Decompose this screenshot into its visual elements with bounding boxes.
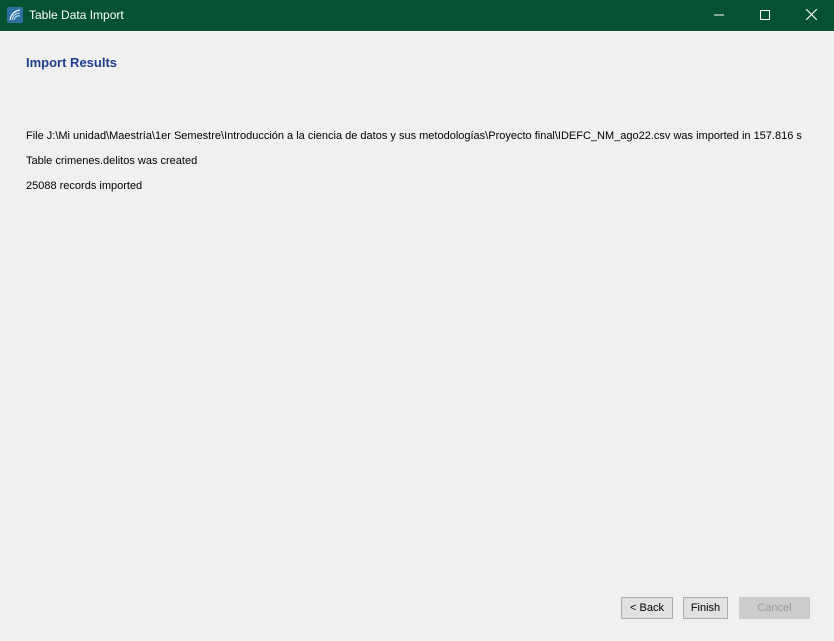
window-title: Table Data Import [29,8,124,22]
mysql-workbench-app-icon [7,7,23,23]
minimize-icon [714,7,724,25]
close-icon [805,7,817,25]
close-button[interactable] [788,0,834,31]
back-button[interactable]: < Back [621,597,673,619]
maximize-button[interactable] [742,0,788,31]
result-records-imported: 25088 records imported [26,180,143,192]
maximize-icon [760,7,770,25]
title-bar[interactable]: Table Data Import [0,0,834,31]
finish-button[interactable]: Finish [683,597,728,619]
import-results-heading: Import Results [26,55,118,70]
table-data-import-window: Table Data Import Import Results File J:… [0,0,834,641]
cancel-button: Cancel [739,597,810,619]
result-file-imported: File J:\Mi unidad\Maestría\1er Semestre\… [26,130,802,142]
result-table-created: Table crimenes.delitos was created [26,155,198,167]
minimize-button[interactable] [696,0,742,31]
